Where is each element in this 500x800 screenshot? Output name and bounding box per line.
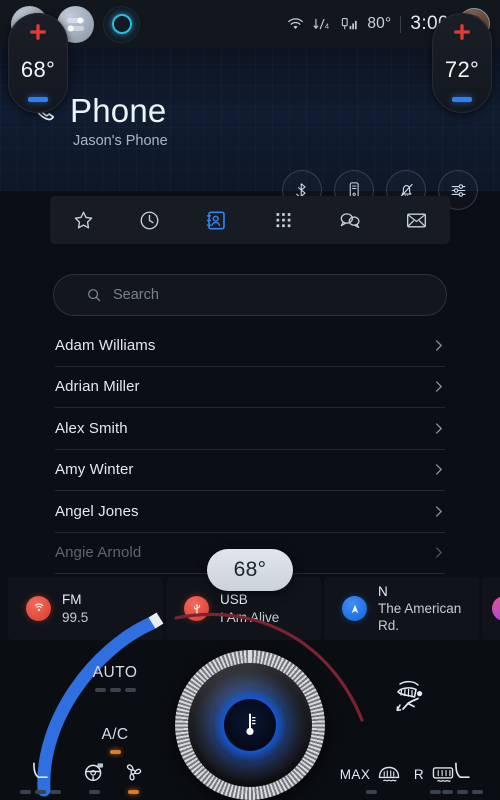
- heated-steering-wheel-icon: [84, 763, 104, 782]
- temperature-increase-icon[interactable]: [28, 22, 48, 42]
- seat-airflow-button[interactable]: [390, 678, 430, 723]
- contact-name: Alex Smith: [55, 419, 128, 437]
- phone-tab-bar: [50, 196, 450, 244]
- radio-icon: [26, 596, 51, 621]
- voice-assistant-button[interactable]: [103, 5, 140, 43]
- page-subtitle: Jason's Phone: [73, 133, 168, 149]
- voice-ring-icon: [111, 14, 132, 34]
- climate-toolbar: MAX R: [0, 754, 500, 800]
- media-card-fm[interactable]: FM 99.5: [8, 577, 163, 640]
- media-source-label: USB: [220, 592, 248, 608]
- data-transfer-icon: 4: [313, 18, 330, 30]
- tab-favorites[interactable]: [61, 200, 105, 240]
- table-row[interactable]: Adam Williams: [55, 325, 445, 367]
- chat-bubbles-icon: [340, 213, 360, 229]
- driver-temperature-value: 68°: [20, 56, 56, 82]
- search-input[interactable]: Search: [53, 274, 447, 316]
- chevron-right-icon: [435, 464, 442, 475]
- tab-dialpad[interactable]: [261, 200, 305, 240]
- infotainment-screen: 4 80° 3:00 Phone Jason's Phone Search Ad…: [0, 0, 500, 800]
- tab-messages[interactable]: [328, 200, 372, 240]
- page-title: Phone: [70, 92, 167, 129]
- media-card-navigation[interactable]: N The American Rd.: [324, 577, 479, 640]
- chevron-right-icon: [435, 340, 442, 351]
- phone-header: Phone Jason's Phone: [0, 48, 500, 210]
- temperature-decrease-icon[interactable]: [28, 97, 48, 102]
- fan-level: [127, 790, 139, 794]
- status-divider: [400, 15, 402, 33]
- navigation-icon: [342, 596, 367, 621]
- rear-defrost-label: R: [413, 766, 425, 782]
- contact-list: Adam Williams Adrian Miller Alex Smith A…: [0, 325, 500, 574]
- table-row[interactable]: Angel Jones: [55, 491, 445, 533]
- knob-face: [224, 699, 276, 751]
- chevron-right-icon: [435, 506, 442, 517]
- heated-seat-left-level: [19, 790, 61, 794]
- contact-name: Adrian Miller: [55, 378, 140, 396]
- dialpad-icon: [276, 212, 291, 227]
- contact-name: Adam Williams: [55, 336, 156, 354]
- contact-card-icon: [206, 210, 225, 230]
- heated-seat-right-icon: [455, 762, 470, 779]
- passenger-temperature-value: 72°: [444, 56, 480, 82]
- ac-label[interactable]: A/C: [86, 726, 144, 744]
- thermometer-icon: [246, 713, 256, 735]
- fan-button[interactable]: [105, 759, 161, 794]
- search-icon: [88, 289, 101, 302]
- heated-seat-left-button[interactable]: [12, 759, 68, 794]
- heated-steering-wheel-level: [88, 790, 100, 794]
- chevron-right-icon: [435, 381, 442, 392]
- max-defrost-level: [365, 790, 377, 794]
- media-source-label: FM: [62, 592, 82, 608]
- tab-voicemail[interactable]: [395, 200, 439, 240]
- envelope-icon: [407, 213, 427, 227]
- tab-contacts[interactable]: [195, 200, 239, 240]
- media-detail-label: I Am Alive: [220, 609, 280, 625]
- media-detail-label: 99.5: [62, 609, 89, 625]
- settings-sliders-icon: [451, 183, 465, 197]
- tab-recents[interactable]: [128, 200, 172, 240]
- temperature-decrease-icon[interactable]: [452, 97, 472, 102]
- max-defrost-icon: [379, 766, 400, 782]
- contact-name: Angie Arnold: [55, 544, 142, 562]
- search-placeholder: Search: [113, 287, 159, 303]
- table-row[interactable]: Amy Winter: [55, 450, 445, 491]
- data-count-label: 4: [325, 21, 330, 30]
- chevron-right-icon: [435, 547, 442, 558]
- table-row[interactable]: Alex Smith: [55, 408, 445, 450]
- fan-icon: [126, 764, 142, 781]
- auto-label[interactable]: AUTO: [86, 664, 144, 682]
- contact-name: Angel Jones: [55, 502, 139, 520]
- cellular-signal-icon: [342, 18, 358, 30]
- contact-name: Amy Winter: [55, 461, 134, 479]
- max-label: MAX: [339, 766, 371, 782]
- auto-level-indicator: [86, 688, 144, 692]
- chevron-right-icon: [435, 423, 442, 434]
- passenger-temperature-pod[interactable]: 72°: [432, 13, 492, 113]
- auto-ac-column: AUTO A/C: [86, 664, 144, 754]
- status-bar: 4 80° 3:00: [0, 0, 500, 48]
- toggles-icon: [66, 17, 85, 31]
- driver-temperature-pod[interactable]: 68°: [8, 13, 68, 113]
- wifi-icon: [288, 18, 304, 30]
- tooltip-value: 68°: [233, 558, 267, 581]
- outside-temperature: 80°: [367, 15, 392, 32]
- temperature-tooltip: 68°: [207, 549, 293, 591]
- table-row[interactable]: Adrian Miller: [55, 367, 445, 408]
- heated-seat-right-level: [441, 790, 483, 794]
- media-source-label: N: [378, 583, 388, 599]
- star-icon: [74, 211, 93, 228]
- heated-seat-left-icon: [33, 762, 48, 779]
- app-icon: [492, 596, 500, 621]
- media-detail-label: The American Rd.: [378, 600, 462, 634]
- temperature-increase-icon[interactable]: [452, 22, 472, 42]
- seat-airflow-icon: [396, 680, 423, 712]
- clock-icon: [141, 211, 159, 229]
- media-card-app[interactable]: [482, 577, 500, 640]
- usb-icon: [184, 596, 209, 621]
- heated-seat-right-button[interactable]: [434, 759, 490, 794]
